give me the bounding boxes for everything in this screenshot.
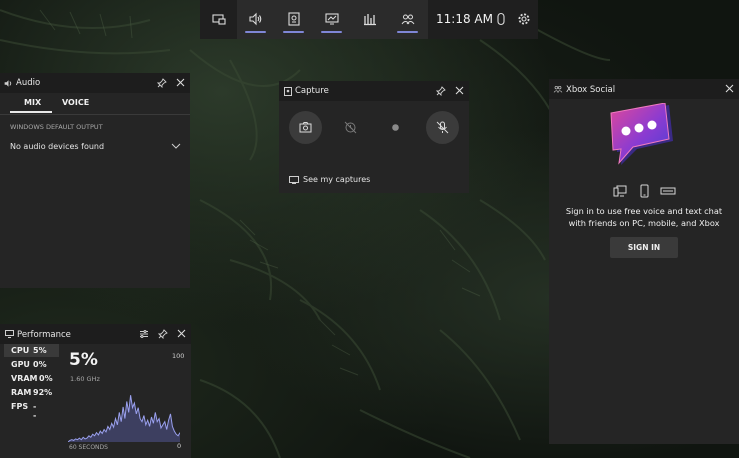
record-icon — [392, 124, 399, 131]
cpu-usage-graph — [68, 395, 180, 442]
divider — [0, 114, 190, 115]
controller-button[interactable] — [490, 0, 512, 39]
resources-icon — [364, 14, 376, 26]
speaker-icon — [4, 80, 12, 87]
phone-icon — [640, 184, 649, 198]
settings-button[interactable] — [514, 0, 536, 39]
screenshot-button[interactable] — [289, 111, 322, 144]
pc-icon — [613, 185, 627, 197]
close-icon[interactable] — [725, 84, 734, 93]
mic-toggle-button[interactable] — [426, 111, 459, 144]
record-button[interactable] — [379, 111, 412, 144]
capture-widget-button[interactable] — [275, 0, 312, 39]
audio-title: Audio — [16, 78, 41, 88]
stat-label: GPU — [11, 360, 30, 369]
pin-icon[interactable] — [158, 329, 168, 339]
capture-widget: Capture See my captures — [279, 81, 469, 193]
console-icon — [660, 187, 676, 195]
stat-value: -- — [33, 402, 37, 420]
sign-in-button[interactable]: SIGN IN — [610, 237, 678, 258]
audio-title-bar[interactable]: Audio — [0, 73, 190, 93]
pin-icon[interactable] — [157, 78, 167, 88]
clock: 11:18 AM — [436, 12, 493, 26]
tab-voice[interactable]: VOICE — [62, 98, 89, 107]
game-bar: 11:18 AM — [200, 0, 538, 39]
stat-value: 92% — [33, 388, 53, 397]
stat-value: 0% — [33, 360, 47, 369]
stat-label: FPS — [11, 402, 29, 411]
record-last-button[interactable] — [334, 111, 367, 144]
xbox-social-icon — [553, 86, 563, 93]
options-icon[interactable] — [139, 329, 149, 339]
resources-widget-button[interactable] — [351, 0, 388, 39]
stat-fps[interactable]: FPS -- — [11, 402, 36, 420]
xbox-social-widget: Xbox Social Sign in to use free voice an… — [549, 79, 739, 444]
widget-menu-button[interactable] — [200, 0, 237, 39]
audio-icon — [249, 12, 262, 26]
stat-gpu[interactable]: GPU 0% — [11, 360, 47, 369]
screenshot-icon — [299, 122, 312, 133]
tab-selected-indicator — [10, 111, 52, 113]
see-my-captures-label: See my captures — [303, 175, 371, 184]
widget-toolbar — [237, 0, 428, 39]
close-icon[interactable] — [176, 78, 185, 87]
capture-title-bar[interactable]: Capture — [279, 81, 469, 101]
stat-ram[interactable]: RAM 92% — [11, 388, 52, 397]
capture-title: Capture — [295, 86, 329, 96]
close-icon[interactable] — [177, 329, 186, 338]
stat-label: RAM — [11, 388, 32, 397]
graph-min-label: 0 — [177, 442, 182, 450]
cpu-usage-area — [68, 395, 180, 442]
controller-icon — [497, 12, 505, 26]
graph-time-label: 60 SECONDS — [69, 444, 108, 451]
stat-cpu[interactable]: CPU 5% — [11, 346, 47, 355]
capture-icon — [284, 87, 292, 96]
pin-icon[interactable] — [436, 86, 446, 96]
see-my-captures-link[interactable]: See my captures — [287, 173, 397, 187]
chat-bubble-illustration — [610, 103, 673, 165]
social-title: Xbox Social — [566, 85, 616, 95]
output-section-label: WINDOWS DEFAULT OUTPUT — [10, 123, 103, 131]
graph-max-label: 100 — [172, 352, 185, 360]
sign-in-message: Sign in to use free voice and text chat … — [565, 206, 723, 228]
capture-icon — [288, 12, 300, 26]
stat-vram[interactable]: VRAM 0% — [11, 374, 53, 383]
performance-widget: Performance CPU 5% GPU 0% VRAM 0% RAM 92% FP… — [0, 324, 191, 458]
settings-gear-icon — [518, 13, 530, 25]
performance-title-bar[interactable]: Performance — [0, 324, 191, 344]
social-title-bar[interactable]: Xbox Social — [549, 79, 739, 99]
close-icon[interactable] — [455, 86, 464, 95]
widget-menu-icon — [212, 14, 226, 25]
mic-off-icon — [436, 121, 449, 134]
stat-value: 0% — [39, 374, 53, 383]
tab-mix[interactable]: MIX — [24, 98, 41, 107]
stat-value: 5% — [33, 346, 47, 355]
audio-widget-button[interactable] — [237, 0, 274, 39]
performance-title: Performance — [17, 330, 71, 340]
output-device-dropdown[interactable]: No audio devices found — [0, 137, 190, 155]
performance-icon — [5, 330, 14, 338]
record-last-icon — [344, 121, 357, 134]
xbox-social-icon — [401, 14, 415, 25]
stat-label: VRAM — [11, 374, 38, 383]
performance-icon — [325, 13, 339, 25]
gallery-icon — [289, 176, 299, 184]
audio-widget: Audio MIX VOICE WINDOWS DEFAULT OUTPUT N… — [0, 73, 190, 288]
performance-widget-button[interactable] — [313, 0, 350, 39]
xbox-social-widget-button[interactable] — [389, 0, 426, 39]
output-device-value: No audio devices found — [10, 142, 105, 151]
stat-label: CPU — [11, 346, 30, 355]
chevron-down-icon — [171, 143, 181, 149]
